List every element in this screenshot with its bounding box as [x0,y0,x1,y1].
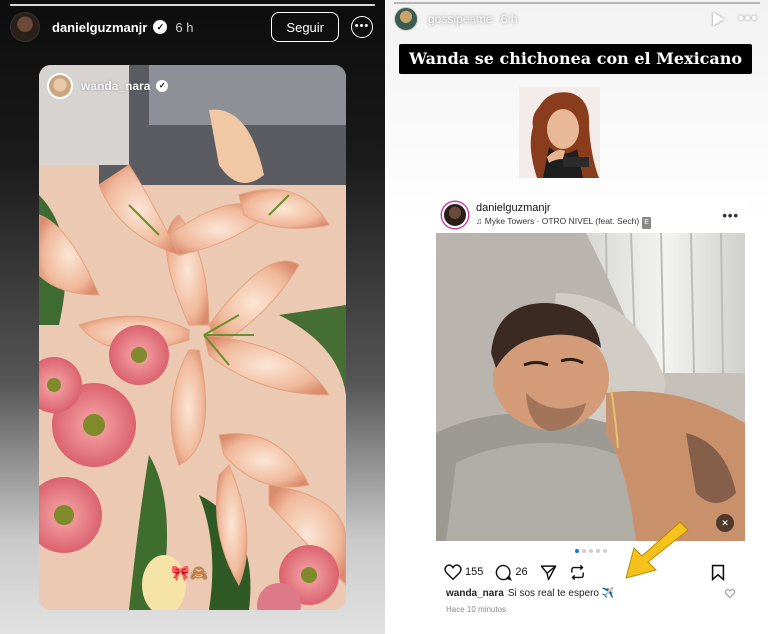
caption-username[interactable]: wanda_nara [446,588,504,599]
story-time: 6 h [175,19,194,35]
verified-badge-icon: ✓ [156,80,169,92]
carousel-dot [574,549,579,553]
avatar[interactable] [10,12,40,42]
comment-action[interactable]: 26 [495,564,528,581]
story-progress-bar [10,4,375,6]
carousel-dot [581,549,586,553]
share-action[interactable] [540,564,557,581]
save-action[interactable] [711,564,725,581]
post-actions: 155 26 [444,562,737,582]
like-action[interactable]: 155 [444,564,483,580]
play-icon[interactable] [713,12,725,26]
embedded-post-card[interactable]: danielguzmanjr ♫ Myke Towers · OTRO NIVE… [436,196,745,634]
reshared-username[interactable]: wanda_nara [81,79,150,93]
repost-icon[interactable] [569,564,586,581]
heart-icon[interactable] [444,564,462,580]
mute-icon[interactable]: ✕ [716,514,734,532]
man-lying-photo [436,233,745,541]
verified-badge-icon: ✓ [153,20,168,34]
repost-action[interactable] [569,564,586,581]
reshared-header: wanda_nara ✓ [47,73,169,99]
likes-count: 155 [465,566,484,578]
comments-count: 26 [515,566,528,578]
carousel-dots [436,549,745,553]
headline-text: Wanda se chichonea con el Mexicano [399,44,753,74]
left-story[interactable]: danielguzmanjr ✓ 6 h Seguir ••• wanda_na… [0,0,385,634]
story-username[interactable]: gossipeame [428,12,493,26]
bookmark-icon[interactable] [711,564,725,581]
post-header: danielguzmanjr ♫ Myke Towers · OTRO NIVE… [442,201,739,229]
music-note-icon: ♫ [476,215,485,226]
post-time: Hace 10 minutos [446,605,507,614]
carousel-dot [595,549,600,553]
story-progress-bar [394,2,760,4]
comment-heart-icon[interactable] [725,589,735,598]
caption-text: Si sos real te espero ✈️ [507,588,615,599]
send-icon[interactable] [540,564,557,581]
more-options-icon[interactable]: ••• [351,16,373,38]
flowers-photo [39,65,346,610]
song-label: Myke Towers · OTRO NIVEL (feat. Sech) [484,215,640,226]
more-options-icon[interactable]: ••• [738,10,758,28]
carousel-dot [588,549,593,553]
gif-sticker [519,87,600,178]
comment-icon[interactable] [495,564,513,581]
post-avatar[interactable] [442,202,468,228]
explicit-badge: E [642,216,651,229]
post-caption: wanda_nara Si sos real te espero ✈️ [446,588,735,599]
avatar[interactable] [394,7,418,31]
story-username[interactable]: danielguzmanjr [52,20,147,35]
post-username[interactable]: danielguzmanjr [476,202,651,215]
post-song[interactable]: ♫ Myke Towers · OTRO NIVEL (feat. Sech) E [476,215,651,229]
story-header: gossipeame 6 h ••• [394,6,758,32]
story-header: danielguzmanjr ✓ 6 h Seguir ••• [10,12,373,42]
post-more-icon[interactable]: ••• [722,208,739,223]
reshared-avatar[interactable] [47,73,73,99]
right-story[interactable]: gossipeame 6 h ••• Wanda se chichonea co… [386,0,768,634]
carousel-dot [602,549,607,553]
pointer-arrow-icon [625,521,689,579]
reshared-story-card[interactable]: wanda_nara ✓ 🎀🙈 [39,65,346,610]
story-time: 6 h [500,12,518,26]
follow-button[interactable]: Seguir [271,12,339,42]
post-photo[interactable]: ✕ [436,233,745,541]
emoji-sticker: 🎀🙈 [171,565,209,582]
